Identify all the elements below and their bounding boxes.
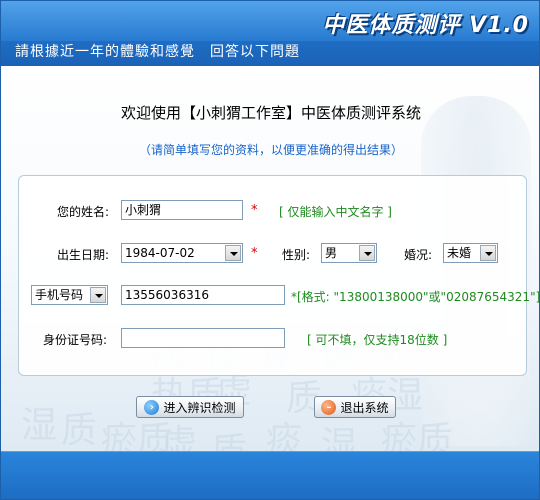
birth-required-mark: *: [251, 246, 258, 261]
chevron-down-icon[interactable]: [480, 245, 496, 261]
instruction-subtitle: 請根據近一年的體驗和感覺 回答以下問題: [15, 44, 300, 60]
footer-bar: [1, 451, 539, 499]
id-label: 身份证号码:: [43, 333, 108, 347]
gender-select[interactable]: 男: [321, 243, 377, 263]
id-input[interactable]: [121, 328, 285, 348]
app-window: 中医体质测评 V1.0 請根據近一年的體驗和感覺 回答以下問題 痰质疾健康热质虚…: [0, 0, 540, 500]
birth-date-select[interactable]: 1984-07-02: [121, 243, 243, 263]
main-panel: 痰质疾健康热质虚质痰湿湿质瘀质虚质痰湿瘀质 欢迎使用【小刺猬工作室】中医体质测评…: [1, 66, 539, 451]
name-note: [ 仅能输入中文名字 ]: [279, 205, 392, 219]
marital-label: 婚况:: [404, 248, 433, 262]
watermark-word: 质: [61, 410, 98, 451]
name-label: 您的姓名:: [57, 205, 110, 219]
birth-date-value: 1984-07-02: [125, 246, 195, 260]
form-hint: （请简单填写您的资料，以便更准确的得出结果）: [138, 143, 403, 157]
welcome-heading: 欢迎使用【小刺猬工作室】中医体质测评系统: [120, 104, 421, 122]
chevron-down-icon[interactable]: [90, 287, 106, 303]
watermark-word: 湿: [321, 425, 358, 451]
id-note: [ 可不填，仅支持18位数 ]: [307, 333, 448, 347]
gender-label: 性别:: [282, 248, 311, 262]
gender-value: 男: [325, 246, 338, 260]
phone-input[interactable]: 13556036316: [121, 285, 285, 305]
phone-type-value: 手机号码: [35, 288, 84, 302]
watermark-word: 质: [211, 422, 247, 451]
watermark-word: 湿: [21, 405, 58, 446]
name-input[interactable]: 小刺猬: [121, 200, 243, 220]
header-banner: 中医体质测评 V1.0 請根據近一年的體驗和感覺 回答以下問題: [1, 1, 539, 66]
arrow-right-icon: ›: [144, 399, 160, 415]
phone-format-note: *[格式: "13800138000"或"02087654321"]: [291, 290, 540, 304]
watermark-word: 虚: [161, 423, 198, 451]
marital-select[interactable]: 未婚: [443, 243, 498, 263]
exit-label: 退出系统: [340, 400, 389, 415]
enter-test-button[interactable]: › 进入辨识检测: [136, 396, 244, 418]
chevron-down-icon[interactable]: [225, 245, 241, 261]
watermark-word: 痰: [266, 420, 303, 451]
name-required-mark: *: [251, 203, 258, 218]
user-info-form: 您的姓名: 小刺猬 * [ 仅能输入中文名字 ] 出生日期: 1984-07-0…: [18, 175, 539, 376]
birth-label: 出生日期:: [57, 248, 110, 262]
enter-test-label: 进入辨识检测: [163, 400, 236, 415]
marital-value: 未婚: [447, 246, 472, 260]
chevron-down-icon[interactable]: [359, 245, 375, 261]
app-title: 中医体质测评 V1.0: [322, 13, 529, 38]
phone-type-select[interactable]: 手机号码: [31, 285, 108, 305]
minus-circle-icon: –: [321, 399, 337, 415]
exit-button[interactable]: – 退出系统: [314, 396, 396, 418]
